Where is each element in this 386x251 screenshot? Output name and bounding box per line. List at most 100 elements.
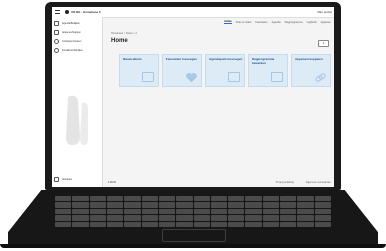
sidebar-item-label: Agenda/Bekijken — [62, 22, 80, 25]
keyboard-key — [141, 202, 158, 208]
keyboard-key — [297, 215, 314, 221]
keyboard-key — [314, 215, 331, 221]
profile-link[interactable]: Mijn profiel — [317, 10, 332, 14]
card-title: Agendapunt toevoegen — [209, 57, 243, 61]
keyboard-key — [176, 202, 193, 208]
privacy-link[interactable]: Privacyverklaring — [276, 181, 294, 184]
keyboard-key — [262, 215, 280, 221]
sidebar-item-label: Contacten/zoeken — [62, 40, 82, 43]
tab-favorieten[interactable]: Favorieten — [255, 21, 267, 24]
keyboard-key — [280, 196, 297, 202]
keyboard-key — [297, 202, 314, 208]
chat-icon — [54, 30, 59, 35]
logout-label: Afmelden — [62, 178, 73, 181]
keyboard-key — [89, 215, 106, 221]
app-logo-icon — [65, 10, 69, 14]
keyboard-key — [141, 196, 158, 202]
keyboard-key — [124, 215, 141, 221]
page-title: Home — [111, 38, 128, 44]
keyboard-key — [89, 196, 106, 202]
keyboard-key — [89, 208, 106, 215]
keyboard-key — [193, 215, 210, 221]
tab-foto-video[interactable]: Foto en video — [236, 21, 252, 24]
keyboard-key — [193, 202, 210, 208]
keyboard-key — [245, 208, 262, 215]
card-dagprogramma[interactable]: Dagprogramma bewerken — [248, 54, 288, 87]
tab-appenen[interactable]: Appenen — [321, 21, 331, 24]
header-button[interactable]: 1 — [318, 40, 329, 47]
keyboard-key — [262, 221, 280, 227]
keyboard-key — [228, 202, 245, 208]
keyboard-key — [55, 215, 72, 221]
keyboard-key — [55, 208, 72, 215]
keyboard-key — [176, 196, 193, 202]
keyboard-key — [280, 208, 297, 215]
keyboard-key — [124, 208, 141, 215]
keyboard-key — [210, 196, 228, 202]
contacts-icon — [54, 39, 59, 44]
menu-icon[interactable] — [55, 10, 60, 14]
card-title: Dagprogramma bewerken — [252, 57, 275, 65]
brand-watermark — [66, 95, 88, 145]
keyboard-key — [228, 196, 245, 202]
keyboard-key — [297, 221, 314, 227]
sidebar-item-agenda[interactable]: Agenda/Bekijken — [54, 20, 100, 27]
card-nieuw-album[interactable]: Nieuw album — [119, 54, 159, 87]
keyboard-key — [176, 215, 193, 221]
footer: 1.00.00 Privacyverklaring Algemene voorw… — [103, 179, 334, 187]
card-appenast[interactable]: Appenast koppelen — [291, 54, 331, 87]
photo-icon — [142, 72, 154, 82]
card-title: Nieuw album — [123, 57, 142, 61]
keyboard-key — [72, 215, 89, 221]
calendar-icon — [54, 21, 59, 26]
keyboard-key — [245, 196, 262, 202]
keyboard-key — [262, 196, 280, 202]
keyboard-key — [210, 215, 228, 221]
keyboard-key — [141, 208, 158, 215]
keyboard-key — [55, 196, 72, 202]
card-agendapunt[interactable]: Agendapunt toevoegen — [205, 54, 245, 87]
keyboard-key — [314, 202, 331, 208]
keyboard-key — [89, 202, 106, 208]
keyboard-key — [245, 221, 262, 227]
logout-icon — [54, 177, 59, 182]
sidebar-item-contacten[interactable]: Contacten/zoeken — [54, 38, 100, 45]
card-favorieten[interactable]: Favorieten toevoegen — [162, 54, 202, 87]
keyboard-key — [193, 196, 210, 202]
tab-home[interactable]: Home — [224, 20, 232, 24]
keyboard-key — [55, 202, 72, 208]
keyboard-key — [124, 221, 141, 227]
heart-icon — [186, 72, 197, 83]
keyboard-key — [106, 221, 124, 227]
keyboard-key — [176, 208, 193, 215]
keyboard-key — [245, 202, 262, 208]
tab-agenda[interactable]: Agenda — [272, 21, 281, 24]
keyboard-key — [72, 208, 89, 215]
laptop-bottom-edge — [0, 244, 386, 248]
keyboard-key — [141, 221, 158, 227]
keyboard-key — [314, 221, 331, 227]
terms-link[interactable]: Algemene voorwaarden — [306, 181, 331, 184]
keyboard-key — [141, 215, 158, 221]
trackpad — [162, 229, 226, 242]
keyboard — [55, 196, 331, 227]
keyboard-key — [158, 221, 176, 227]
sidebar-item-label: Fotoalbum/bekijken — [62, 49, 83, 52]
tab-logbook[interactable]: Logbook — [307, 21, 317, 24]
sidebar-item-label: Appenen/Inappen — [62, 31, 81, 34]
keyboard-key — [228, 215, 245, 221]
laptop-screen: UN BE - Homebase 6 Mijn profiel Agenda/B… — [52, 7, 334, 187]
keyboard-key — [280, 202, 297, 208]
sidebar-item-appenen[interactable]: Appenen/Inappen — [54, 29, 100, 36]
keyboard-key — [55, 221, 72, 227]
logout-button[interactable]: Afmelden — [54, 176, 100, 183]
keyboard-key — [106, 208, 124, 215]
keyboard-key — [228, 208, 245, 215]
keyboard-key — [280, 221, 297, 227]
keyboard-key — [314, 196, 331, 202]
keyboard-key — [228, 221, 245, 227]
sidebar: Agenda/Bekijken Appenen/Inappen Contacte… — [52, 17, 103, 187]
keyboard-key — [210, 202, 228, 208]
sidebar-item-fotoalbum[interactable]: Fotoalbum/bekijken — [54, 47, 100, 54]
tab-dagprogramma[interactable]: Dagprogramma — [285, 21, 303, 24]
